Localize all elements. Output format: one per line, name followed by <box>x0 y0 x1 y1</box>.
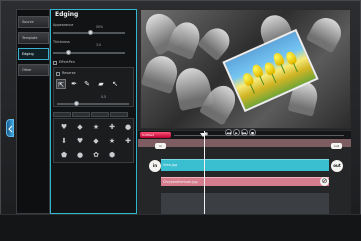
edging-panel: Edging Appearance 50% Thickness 3.0 Effe… <box>50 9 137 214</box>
heart-icon[interactable]: ♥ <box>60 123 68 131</box>
nav-template[interactable]: Template <box>18 32 49 44</box>
panel-title: Edging <box>55 11 79 18</box>
empty-track[interactable] <box>161 193 329 214</box>
circle-icon[interactable]: ● <box>124 123 132 131</box>
thickness-value: 3.0 <box>96 43 102 47</box>
appearance-slider-knob[interactable] <box>88 30 93 35</box>
playhead[interactable] <box>204 131 205 223</box>
timeline-label: Untitled <box>140 132 171 138</box>
timeline-area: in out in out View.jpg Chrysanthemum.jpg… <box>138 139 351 214</box>
collapse-handle[interactable] <box>6 119 14 137</box>
heart-icon[interactable]: ♥ <box>76 137 84 145</box>
tool-size-slider-knob[interactable] <box>74 101 79 106</box>
reverse-checkbox[interactable] <box>56 72 60 76</box>
effectpen-label: EffectPen <box>59 60 75 64</box>
shape-palette: ♥ ◆ ★ ✚ ● ⬇ ♥ ◆ ★ ✚ ⬟ ● ✿ ⬢ <box>53 118 134 163</box>
in-marker[interactable]: in <box>149 160 161 172</box>
back-button[interactable]: ◀◀ <box>225 129 232 136</box>
left-nav: Source Template Edging Other <box>16 9 50 214</box>
select-tool-icon[interactable]: ⇱ <box>56 79 66 89</box>
nav-other[interactable]: Other <box>18 64 49 76</box>
tool-size-value: 0.5 <box>101 95 107 99</box>
chevron-left-icon <box>8 125 13 133</box>
brush-tool-icon[interactable]: ✎ <box>82 79 92 89</box>
track-view[interactable]: View.jpg <box>161 159 329 171</box>
play-button[interactable]: ▶ <box>233 129 240 136</box>
star-icon[interactable]: ★ <box>108 137 116 145</box>
remove-track-icon[interactable]: ⊘ <box>320 177 329 186</box>
track-chrysanthemum-label: Chrysanthemum.jpg <box>163 180 198 184</box>
thickness-slider-knob[interactable] <box>66 50 71 55</box>
thickness-slider-track[interactable] <box>53 52 125 54</box>
tool-size-slider-track[interactable] <box>57 103 129 105</box>
hexagon-icon[interactable]: ⬢ <box>108 151 116 159</box>
diamond-icon[interactable]: ◆ <box>92 137 100 145</box>
bottom-bar <box>0 214 361 241</box>
nav-edging[interactable]: Edging <box>18 48 49 60</box>
timeline-ruler <box>138 139 351 147</box>
flower-icon[interactable]: ✿ <box>92 151 100 159</box>
in-chip[interactable]: in <box>155 143 166 149</box>
appearance-label: Appearance <box>53 23 74 27</box>
effectpen-checkbox[interactable] <box>53 61 57 65</box>
nav-source-label: Source <box>22 20 34 24</box>
track-view-label: View.jpg <box>163 163 178 167</box>
preview-canvas[interactable] <box>140 9 351 129</box>
arrow-tool-icon[interactable]: ↖ <box>110 79 120 89</box>
circle-icon[interactable]: ● <box>76 151 84 159</box>
nav-edging-label: Edging <box>22 52 34 56</box>
playhead-icon[interactable] <box>200 133 206 137</box>
shape-tab-3[interactable] <box>91 112 109 117</box>
eraser-tool-icon[interactable]: ▰ <box>96 79 106 89</box>
appearance-value: 50% <box>96 25 104 29</box>
nav-template-label: Template <box>22 36 38 40</box>
thickness-label: Thickness <box>53 40 70 44</box>
out-chip[interactable]: out <box>331 143 342 149</box>
nav-source[interactable]: Source <box>18 16 49 28</box>
shape-tab-1[interactable] <box>53 112 71 117</box>
track-chrysanthemum[interactable]: Chrysanthemum.jpg <box>161 177 329 186</box>
cross-icon[interactable]: ✚ <box>124 137 132 145</box>
pen-tool-icon[interactable]: ✒ <box>69 79 79 89</box>
nav-other-label: Other <box>22 68 32 72</box>
out-marker[interactable]: out <box>331 160 343 172</box>
octagon-icon[interactable]: ⬟ <box>60 151 68 159</box>
shape-tab-4[interactable] <box>110 112 128 117</box>
reverse-label: Reverse <box>62 71 76 75</box>
diamond-icon[interactable]: ◆ <box>76 123 84 131</box>
star-icon[interactable]: ★ <box>92 123 100 131</box>
cross-icon[interactable]: ✚ <box>108 123 116 131</box>
stop-button[interactable]: ■ <box>249 129 256 136</box>
shape-tab-2[interactable] <box>72 112 90 117</box>
arrow-down-icon[interactable]: ⬇ <box>60 137 68 145</box>
effectpen-box: Reverse ⇱ ✒ ✎ ▰ ↖ 0.5 <box>53 67 134 107</box>
forward-button[interactable]: ▶▶ <box>241 129 248 136</box>
